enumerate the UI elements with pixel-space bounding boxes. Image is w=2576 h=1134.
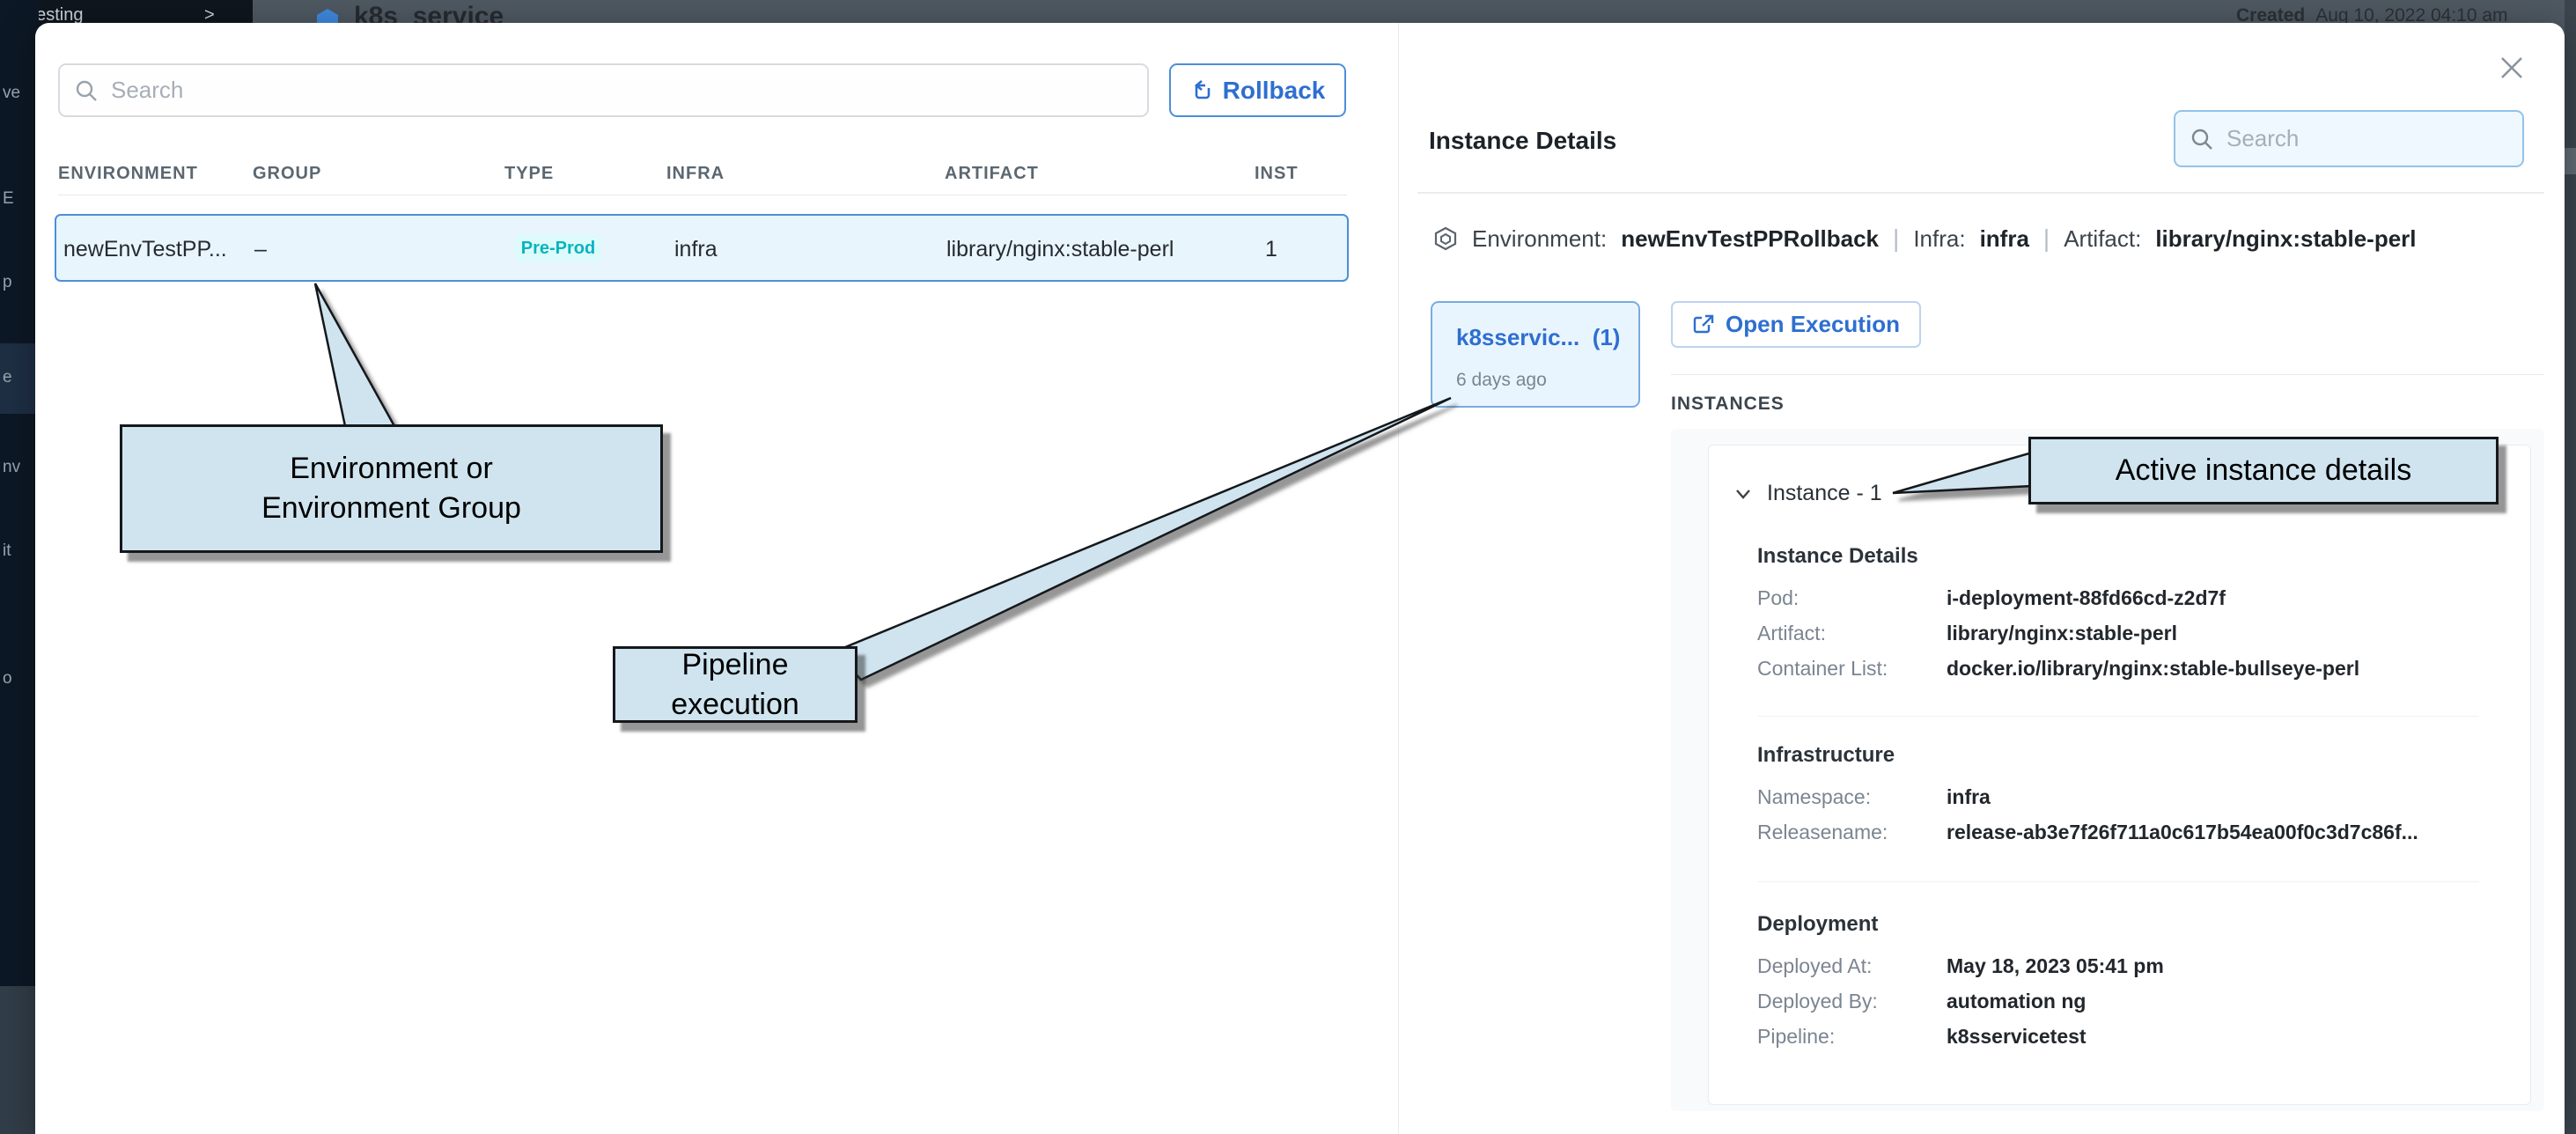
artifact-label: Artifact:	[2064, 225, 2141, 253]
instance-accordion-header[interactable]: Instance - 1	[1733, 481, 1882, 506]
scrollbar-thumb[interactable]	[2565, 148, 2576, 174]
open-execution-label: Open Execution	[1726, 311, 1900, 338]
environment-search-box[interactable]	[58, 63, 1149, 117]
detail-value: library/nginx:stable-perl	[1947, 622, 2177, 645]
detail-value: May 18, 2023 05:41 pm	[1947, 954, 2164, 978]
column-header-infra: INFRA	[666, 164, 725, 184]
separator: |	[2043, 225, 2050, 253]
section-heading-deployment: Deployment	[1757, 912, 1878, 937]
external-link-icon	[1692, 313, 1715, 336]
instance-search-box[interactable]	[2174, 110, 2524, 167]
detail-label: Deployed At:	[1757, 954, 1947, 978]
column-header-group: GROUP	[253, 164, 321, 184]
execution-time: 6 days ago	[1456, 370, 1547, 391]
instances-divider	[1671, 374, 2544, 375]
pipeline-execution-card[interactable]: k8sservic... (1) 6 days ago	[1431, 301, 1640, 408]
environment-label: Environment:	[1472, 225, 1607, 253]
detail-label: Releasename:	[1757, 821, 1947, 844]
instance-title: Instance - 1	[1767, 481, 1882, 506]
detail-label: Pod:	[1757, 586, 1947, 610]
detail-row-pod: Pod: i-deployment-88fd66cd-z2d7f	[1757, 586, 2226, 610]
detail-row-releasename: Releasename: release-ab3e7f26f711a0c617b…	[1757, 821, 2418, 844]
environment-icon	[1433, 226, 1458, 251]
detail-label: Artifact:	[1757, 622, 1947, 645]
detail-label: Namespace:	[1757, 785, 1947, 809]
section-divider	[1757, 716, 2479, 717]
deployment-summary: Environment: newEnvTestPPRollback | Infr…	[1433, 225, 2417, 253]
rollback-button[interactable]: Rollback	[1169, 63, 1346, 117]
detail-value: docker.io/library/nginx:stable-bullseye-…	[1947, 657, 2359, 681]
sidebar-item-fragment: p	[3, 273, 12, 292]
sidebar-item-fragment: ve	[3, 84, 20, 103]
close-button[interactable]	[2494, 50, 2529, 85]
detail-label: Pipeline:	[1757, 1025, 1947, 1049]
detail-value: i-deployment-88fd66cd-z2d7f	[1947, 586, 2226, 610]
rollback-icon	[1190, 78, 1214, 102]
detail-row-artifact: Artifact: library/nginx:stable-perl	[1757, 622, 2177, 645]
page-scrollbar[interactable]	[2565, 0, 2576, 1134]
close-icon	[2499, 55, 2525, 81]
execution-name: k8sservic... (1)	[1456, 324, 1620, 351]
sidebar-item-fragment: e	[3, 368, 12, 387]
detail-value: automation ng	[1947, 990, 2086, 1013]
instance-details-title: Instance Details	[1429, 127, 1616, 155]
detail-value: k8sservicetest	[1947, 1025, 2087, 1049]
cell-group: –	[254, 237, 267, 262]
separator: |	[1893, 225, 1899, 253]
open-execution-button[interactable]: Open Execution	[1671, 301, 1921, 348]
artifact-value: library/nginx:stable-perl	[2155, 225, 2416, 253]
cell-artifact: library/nginx:stable-perl	[946, 237, 1174, 262]
search-input[interactable]	[111, 77, 969, 104]
callout-text: Pipeline execution	[615, 645, 855, 725]
infra-value: infra	[1980, 225, 2029, 253]
section-heading-infrastructure: Infrastructure	[1757, 743, 1895, 768]
search-icon	[2190, 127, 2214, 151]
detail-row-deployed-by: Deployed By: automation ng	[1757, 990, 2086, 1013]
sidebar-footer-block	[0, 986, 39, 1134]
detail-value: release-ab3e7f26f711a0c617b54ea00f0c3d7c…	[1947, 821, 2418, 844]
detail-row-pipeline: Pipeline: k8sservicetest	[1757, 1025, 2087, 1049]
page-sidebar: ve E p e nv it o	[0, 0, 39, 1134]
callout-text: Environment Group	[261, 489, 521, 528]
column-header-environment: ENVIRONMENT	[58, 164, 198, 184]
column-header-inst: INST	[1255, 164, 1299, 184]
infra-label: Infra:	[1913, 225, 1965, 253]
right-panel-divider	[1417, 192, 2544, 194]
column-header-artifact: ARTIFACT	[945, 164, 1039, 184]
column-header-type: TYPE	[504, 164, 554, 184]
detail-value: infra	[1947, 785, 1991, 809]
sidebar-item-fragment: nv	[3, 458, 20, 477]
table-row-environment[interactable]: newEnvTestPP... – Pre-Prod infra library…	[55, 214, 1349, 282]
detail-row-namespace: Namespace: infra	[1757, 785, 1991, 809]
instances-section-label: INSTANCES	[1671, 394, 1785, 415]
cell-environment: newEnvTestPP...	[63, 237, 227, 262]
preprod-badge: Pre-Prod	[515, 234, 601, 262]
cell-inst: 1	[1265, 237, 1277, 262]
search-input[interactable]	[2226, 125, 2492, 152]
callout-pipeline-execution: Pipeline execution	[613, 646, 857, 723]
sidebar-item-fragment: o	[3, 669, 12, 688]
detail-label: Container List:	[1757, 657, 1947, 681]
instance-card: Instance - 1 Instance Details Pod: i-dep…	[1708, 445, 2531, 1105]
sidebar-item-fragment: it	[3, 541, 11, 561]
screen: H-Testing > k8s_service CreatedAug 10, 2…	[0, 0, 2576, 1134]
section-heading-instance-details: Instance Details	[1757, 544, 1918, 569]
chevron-down-icon	[1733, 484, 1753, 504]
callout-text: Environment or	[290, 449, 493, 489]
callout-environment: Environment or Environment Group	[120, 424, 663, 553]
callout-text: Active instance details	[2116, 451, 2411, 490]
callout-active-instance: Active instance details	[2028, 437, 2499, 504]
detail-row-container-list: Container List: docker.io/library/nginx:…	[1757, 657, 2359, 681]
environment-value: newEnvTestPPRollback	[1621, 225, 1879, 253]
detail-label: Deployed By:	[1757, 990, 1947, 1013]
cell-infra: infra	[674, 237, 718, 262]
sidebar-item-fragment: E	[3, 189, 14, 209]
search-icon	[74, 78, 99, 103]
rollback-label: Rollback	[1223, 77, 1326, 105]
panel-divider	[1398, 23, 1399, 1134]
section-divider	[1757, 881, 2479, 882]
detail-row-deployed-at: Deployed At: May 18, 2023 05:41 pm	[1757, 954, 2164, 978]
